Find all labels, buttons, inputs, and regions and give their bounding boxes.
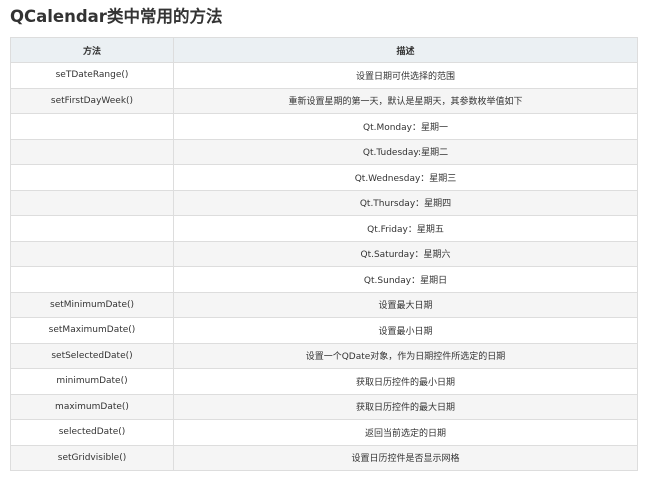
method-cell <box>10 164 174 191</box>
method-cell <box>10 138 174 165</box>
table-row: Qt.Friday：星期五 <box>10 215 638 242</box>
header-description: 描述 <box>173 37 638 63</box>
description-cell: 重新设置星期的第一天，默认是星期天，其参数枚举值如下 <box>173 87 638 114</box>
method-cell <box>10 189 174 216</box>
table-row: setFirstDayWeek() 重新设置星期的第一天，默认是星期天，其参数枚… <box>10 87 638 114</box>
table-row: setSelectedDate() 设置一个QDate对象，作为日期控件所选定的… <box>10 342 638 369</box>
method-cell: seTDateRange() <box>10 62 174 89</box>
table-row: setMinimumDate() 设置最大日期 <box>10 291 638 318</box>
method-cell: setMaximumDate() <box>10 317 174 344</box>
description-cell: 设置最小日期 <box>173 317 638 344</box>
table-row: Qt.Thursday：星期四 <box>10 189 638 216</box>
table-header-row: 方法 描述 <box>10 37 638 63</box>
method-cell: setGridvisible() <box>10 444 174 471</box>
table-row: Qt.Saturday：星期六 <box>10 240 638 267</box>
methods-table: 方法 描述 seTDateRange() 设置日期可供选择的范围 setFirs… <box>10 37 638 471</box>
description-cell: Qt.Monday：星期一 <box>173 113 638 140</box>
description-cell: 获取日历控件的最小日期 <box>173 368 638 395</box>
description-cell: Qt.Tudesday:星期二 <box>173 138 638 165</box>
page-title: QCalendar类中常用的方法 <box>10 7 223 26</box>
description-cell: Qt.Saturday：星期六 <box>173 240 638 267</box>
method-cell: selectedDate() <box>10 419 174 446</box>
table-row: Qt.Wednesday：星期三 <box>10 164 638 191</box>
table-row: Qt.Tudesday:星期二 <box>10 138 638 165</box>
header-method: 方法 <box>10 37 174 63</box>
description-cell: Qt.Thursday：星期四 <box>173 189 638 216</box>
table-row: Qt.Monday：星期一 <box>10 113 638 140</box>
description-cell: Qt.Wednesday：星期三 <box>173 164 638 191</box>
method-cell: setMinimumDate() <box>10 291 174 318</box>
table-row: minimumDate() 获取日历控件的最小日期 <box>10 368 638 395</box>
description-cell: 设置一个QDate对象，作为日期控件所选定的日期 <box>173 342 638 369</box>
table-row: Qt.Sunday：星期日 <box>10 266 638 293</box>
method-cell <box>10 240 174 267</box>
method-cell <box>10 215 174 242</box>
method-cell: setSelectedDate() <box>10 342 174 369</box>
description-cell: 设置日历控件是否显示网格 <box>173 444 638 471</box>
table-row: setGridvisible() 设置日历控件是否显示网格 <box>10 444 638 471</box>
method-cell: maximumDate() <box>10 393 174 420</box>
table-row: setMaximumDate() 设置最小日期 <box>10 317 638 344</box>
method-cell <box>10 113 174 140</box>
description-cell: 返回当前选定的日期 <box>173 419 638 446</box>
method-cell: minimumDate() <box>10 368 174 395</box>
description-cell: 获取日历控件的最大日期 <box>173 393 638 420</box>
table-row: selectedDate() 返回当前选定的日期 <box>10 419 638 446</box>
table-row: seTDateRange() 设置日期可供选择的范围 <box>10 62 638 89</box>
method-cell <box>10 266 174 293</box>
method-cell: setFirstDayWeek() <box>10 87 174 114</box>
description-cell: Qt.Sunday：星期日 <box>173 266 638 293</box>
table-row: maximumDate() 获取日历控件的最大日期 <box>10 393 638 420</box>
description-cell: 设置日期可供选择的范围 <box>173 62 638 89</box>
description-cell: 设置最大日期 <box>173 291 638 318</box>
description-cell: Qt.Friday：星期五 <box>173 215 638 242</box>
